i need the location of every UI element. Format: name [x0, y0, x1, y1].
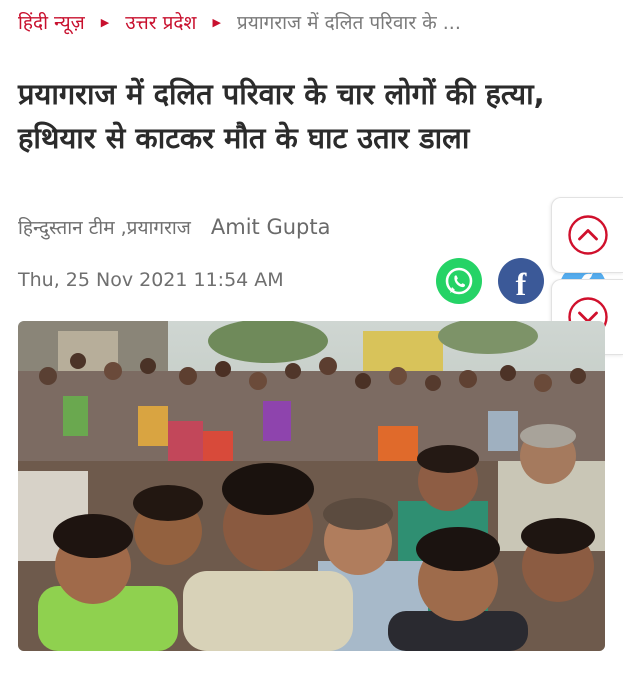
chevron-up-icon [568, 215, 608, 255]
article-author[interactable]: Amit Gupta [211, 215, 331, 239]
facebook-share-button[interactable]: f [498, 258, 544, 304]
breadcrumb-separator-icon: ▶ [100, 15, 110, 29]
article-photo[interactable] [18, 321, 605, 651]
whatsapp-icon [445, 267, 473, 295]
breadcrumb-current: प्रयागराज में दलित परिवार के ... [236, 12, 461, 34]
breadcrumb-section-link[interactable]: उत्तर प्रदेश [125, 9, 196, 35]
whatsapp-share-button[interactable] [436, 258, 482, 304]
breadcrumb: हिंदी न्यूज़ ▶ उत्तर प्रदेश ▶ प्रयागराज … [18, 6, 608, 38]
breadcrumb-home-link[interactable]: हिंदी न्यूज़ [18, 9, 85, 35]
article-byline: हिन्दुस्तान टीम ,प्रयागराज Amit Gupta [18, 210, 330, 244]
crowd-photo-illustration [18, 321, 605, 651]
scroll-up-button[interactable] [551, 197, 623, 273]
article-headline: प्रयागराज में दलित परिवार के चार लोगों क… [18, 77, 545, 155]
facebook-icon: f [515, 266, 527, 302]
breadcrumb-separator-icon: ▶ [212, 15, 221, 29]
article-date: Thu, 25 Nov 2021 11:54 AM [18, 269, 284, 291]
article-source: हिन्दुस्तान टीम ,प्रयागराज [18, 217, 191, 239]
